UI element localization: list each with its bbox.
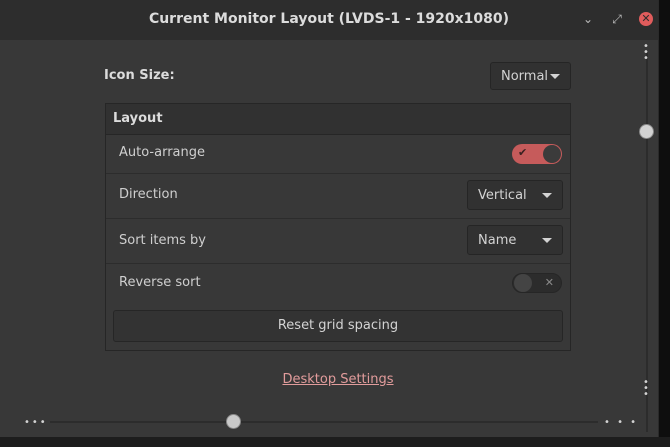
scroll-dots-icon: ••• [643, 41, 649, 64]
layout-frame: Layout Auto-arrange ✔ Direction Vertical… [105, 103, 571, 351]
title-bar[interactable]: Current Monitor Layout (LVDS-1 - 1920x10… [0, 0, 658, 40]
direction-dropdown[interactable]: Vertical [467, 180, 563, 210]
maximize-icon[interactable]: ⤢ [610, 12, 624, 26]
sort-by-value: Name [478, 233, 517, 248]
sort-by-dropdown[interactable]: Name [467, 225, 563, 255]
icon-size-value: Normal [501, 69, 549, 84]
scroll-dots-icon: • • • [604, 417, 639, 428]
scroll-dots-icon: ••• [24, 417, 48, 428]
minimize-icon[interactable]: ⌄ [581, 12, 595, 26]
auto-arrange-label: Auto-arrange [119, 145, 205, 160]
reverse-sort-row: Reverse sort ✕ [106, 264, 570, 304]
sort-by-label: Sort items by [119, 233, 207, 248]
check-icon: ✔ [518, 146, 528, 159]
direction-label: Direction [119, 187, 178, 202]
direction-row: Direction Vertical [106, 174, 570, 219]
horizontal-scrollbar-thumb[interactable] [226, 414, 241, 429]
window-title: Current Monitor Layout (LVDS-1 - 1920x10… [148, 11, 510, 27]
toggle-knob [514, 274, 532, 292]
desktop-settings-link[interactable]: Desktop Settings [0, 372, 670, 387]
reset-grid-spacing-button[interactable]: Reset grid spacing [113, 310, 563, 342]
desktop-background-bottom [0, 437, 670, 447]
horizontal-scrollbar-track[interactable] [50, 421, 598, 423]
icon-size-dropdown[interactable]: Normal [490, 62, 571, 90]
layout-title: Layout [113, 111, 163, 126]
chevron-down-icon [542, 193, 552, 198]
toggle-knob [543, 145, 561, 163]
vertical-scrollbar-thumb[interactable] [639, 124, 654, 139]
close-icon[interactable]: ✕ [639, 12, 653, 26]
auto-arrange-toggle[interactable]: ✔ [512, 144, 562, 164]
scroll-dots-icon: ••• [643, 377, 649, 400]
layout-header: Layout [106, 104, 570, 135]
direction-value: Vertical [478, 188, 527, 203]
vertical-scrollbar-track[interactable] [646, 52, 648, 432]
settings-window: Current Monitor Layout (LVDS-1 - 1920x10… [0, 0, 659, 437]
sort-by-row: Sort items by Name [106, 219, 570, 264]
reverse-sort-label: Reverse sort [119, 275, 201, 290]
chevron-down-icon [550, 74, 560, 79]
chevron-down-icon [542, 238, 552, 243]
icon-size-label: Icon Size: [104, 68, 175, 83]
reverse-sort-toggle[interactable]: ✕ [512, 273, 562, 293]
cross-icon: ✕ [544, 276, 554, 289]
auto-arrange-row: Auto-arrange ✔ [106, 135, 570, 174]
